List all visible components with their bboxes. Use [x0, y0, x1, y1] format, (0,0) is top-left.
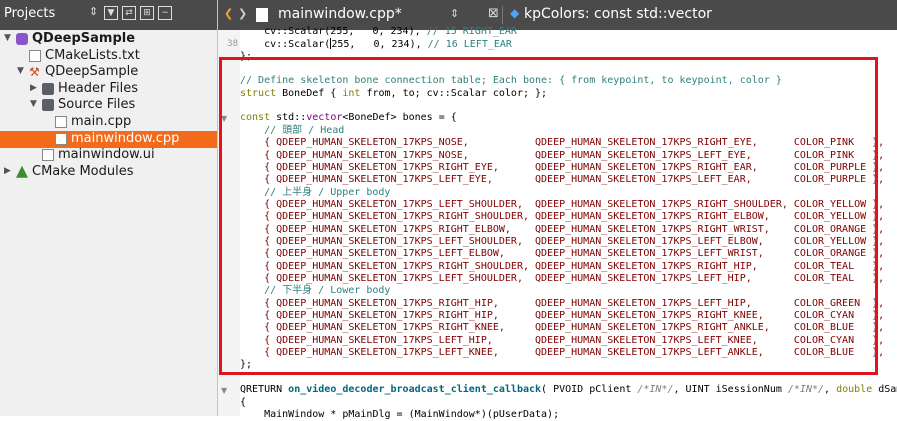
code-line: }; — [240, 359, 253, 371]
code-line: cv::Scalar(255, 0, 234), // 15 RIGHT_EAR — [240, 26, 517, 37]
symbol-icon: ◆ — [510, 6, 520, 20]
code-line: { QDEEP_HUMAN_SKELETON_17KPS_NOSE, QDEEP… — [240, 137, 885, 149]
code-line: { QDEEP_HUMAN_SKELETON_17KPS_LEFT_SHOULD… — [240, 273, 885, 284]
code-line: // 上半身 / Upper body — [264, 186, 391, 198]
project-icon — [16, 33, 28, 45]
folder-icon — [42, 82, 54, 95]
symbol-selector[interactable]: kpColors: const std::vector — [524, 6, 712, 22]
code-line: }; — [240, 50, 253, 62]
code-line: { — [240, 396, 247, 408]
tree-item-label: Source Files — [58, 97, 136, 113]
close-pane-icon[interactable]: − — [158, 6, 172, 20]
code-line: // Define skeleton bone connection table… — [240, 75, 782, 87]
close-file-icon[interactable]: ⊠ — [488, 6, 499, 21]
code-line: { QDEEP_HUMAN_SKELETON_17KPS_RIGHT_HIP, … — [240, 310, 885, 322]
tree-item[interactable]: ▶ Header Files — [0, 81, 217, 98]
code-line: { QDEEP_HUMAN_SKELETON_17KPS_LEFT_SHOULD… — [240, 235, 885, 247]
fold-marker-icon[interactable]: ▼ — [221, 114, 227, 123]
tree-item[interactable]: mainwindow.cpp — [0, 130, 217, 148]
expand-arrow-icon[interactable]: ▼ — [17, 66, 24, 76]
split-icon[interactable]: ⊞ — [140, 6, 154, 20]
expand-arrow-icon[interactable]: ▼ — [4, 33, 11, 43]
ui-file-icon — [42, 149, 54, 162]
code-line: { QDEEP_HUMAN_SKELETON_17KPS_LEFT_HIP, Q… — [240, 334, 885, 346]
code-line: { QDEEP_HUMAN_SKELETON_17KPS_RIGHT_HIP, … — [240, 297, 885, 309]
code-line: QRETURN on_video_decoder_broadcast_clien… — [240, 384, 897, 396]
code-line: { QDEEP_HUMAN_SKELETON_17KPS_NOSE, QDEEP… — [240, 149, 885, 161]
tree-item[interactable]: ▼ QDeepSample — [0, 31, 217, 48]
code-line: { QDEEP_HUMAN_SKELETON_17KPS_LEFT_KNEE, … — [240, 347, 885, 359]
code-line: { QDEEP_HUMAN_SKELETON_17KPS_RIGHT_SHOUL… — [240, 260, 885, 272]
code-line: { QDEEP_HUMAN_SKELETON_17KPS_RIGHT_KNEE,… — [240, 322, 885, 334]
tree-item-label: CMake Modules — [32, 163, 134, 179]
expand-arrow-icon[interactable]: ▼ — [30, 99, 37, 109]
tree-item[interactable]: main.cpp — [0, 114, 217, 131]
folder-icon — [42, 99, 54, 112]
fold-marker-icon[interactable]: ▼ — [221, 386, 227, 395]
tree-item[interactable]: ▶ CMake Modules — [0, 164, 217, 181]
projects-title[interactable]: Projects — [4, 6, 55, 21]
file-dropdown-icon[interactable]: ⇕ — [450, 7, 459, 20]
back-icon[interactable]: ❮ — [224, 7, 233, 20]
code-line: const std::vector<BoneDef> bones = { — [240, 112, 457, 124]
editor-filename[interactable]: mainwindow.cpp* — [278, 6, 402, 22]
cmake-modules-icon — [16, 165, 28, 178]
tree-item-label: CMakeLists.txt — [45, 47, 140, 63]
hammer-icon: ⚒ — [29, 65, 40, 80]
tree-item-label: mainwindow.cpp — [71, 130, 180, 146]
toolbar-divider — [502, 6, 503, 24]
projects-toolbar: ▼ ⇄ ⊞ − — [104, 6, 172, 20]
code-line: // 頭部 / Head — [264, 124, 345, 136]
link-icon[interactable]: ⇄ — [122, 6, 136, 20]
tree-item[interactable]: ▼ ⚒ QDeepSample — [0, 64, 217, 81]
tree-item[interactable]: ▼ Source Files — [0, 97, 217, 114]
collapse-arrow-icon[interactable]: ▶ — [30, 83, 37, 93]
code-line: cv::Scalar(255, 0, 234), // 16 LEFT_EAR — [240, 38, 512, 51]
code-line: { QDEEP_HUMAN_SKELETON_17KPS_RIGHT_SHOUL… — [240, 211, 885, 223]
collapse-arrow-icon[interactable]: ▶ — [4, 166, 11, 176]
code-line: { QDEEP_HUMAN_SKELETON_17KPS_RIGHT_EYE, … — [240, 161, 885, 173]
tree-item-label: QDeepSample — [45, 64, 139, 80]
line-number: 38 — [227, 39, 238, 50]
file-icon — [256, 8, 268, 22]
projects-sidebar: Projects ⇕ ▼ ⇄ ⊞ − ▼ QDeepSample CMakeList… — [0, 0, 218, 416]
cpp-file-icon — [55, 132, 67, 145]
code-line: // 下半身 / Lower body — [264, 285, 391, 297]
cmake-file-icon — [29, 49, 41, 62]
tree-item[interactable]: mainwindow.ui — [0, 147, 217, 164]
forward-icon[interactable]: ❯ — [238, 7, 247, 20]
view-selector-icon[interactable]: ⇕ — [89, 5, 98, 18]
code-line: struct BoneDef { int from, to; cv::Scala… — [240, 87, 548, 99]
tree-item-label: main.cpp — [71, 114, 132, 129]
tree-item-label: mainwindow.ui — [58, 147, 155, 163]
cpp-file-icon — [55, 116, 67, 128]
code-line: { QDEEP_HUMAN_SKELETON_17KPS_LEFT_SHOULD… — [240, 198, 885, 210]
tree-item[interactable]: CMakeLists.txt — [0, 48, 217, 65]
projects-header: Projects ⇕ ▼ ⇄ ⊞ − — [0, 0, 217, 30]
code-line: MainWindow * pMainDlg = (MainWindow*)(pU… — [240, 408, 560, 420]
line-number-gutter: 38 ▼ ▼ — [218, 30, 240, 416]
code-line: { QDEEP_HUMAN_SKELETON_17KPS_RIGHT_ELBOW… — [240, 223, 885, 235]
code-line: { QDEEP_HUMAN_SKELETON_17KPS_LEFT_ELBOW,… — [240, 248, 885, 260]
tree-item-label: Header Files — [58, 80, 138, 96]
tree-item-label: QDeepSample — [32, 31, 136, 46]
code-line: { QDEEP_HUMAN_SKELETON_17KPS_LEFT_EYE, Q… — [240, 174, 885, 186]
filter-icon[interactable]: ▼ — [104, 6, 118, 20]
